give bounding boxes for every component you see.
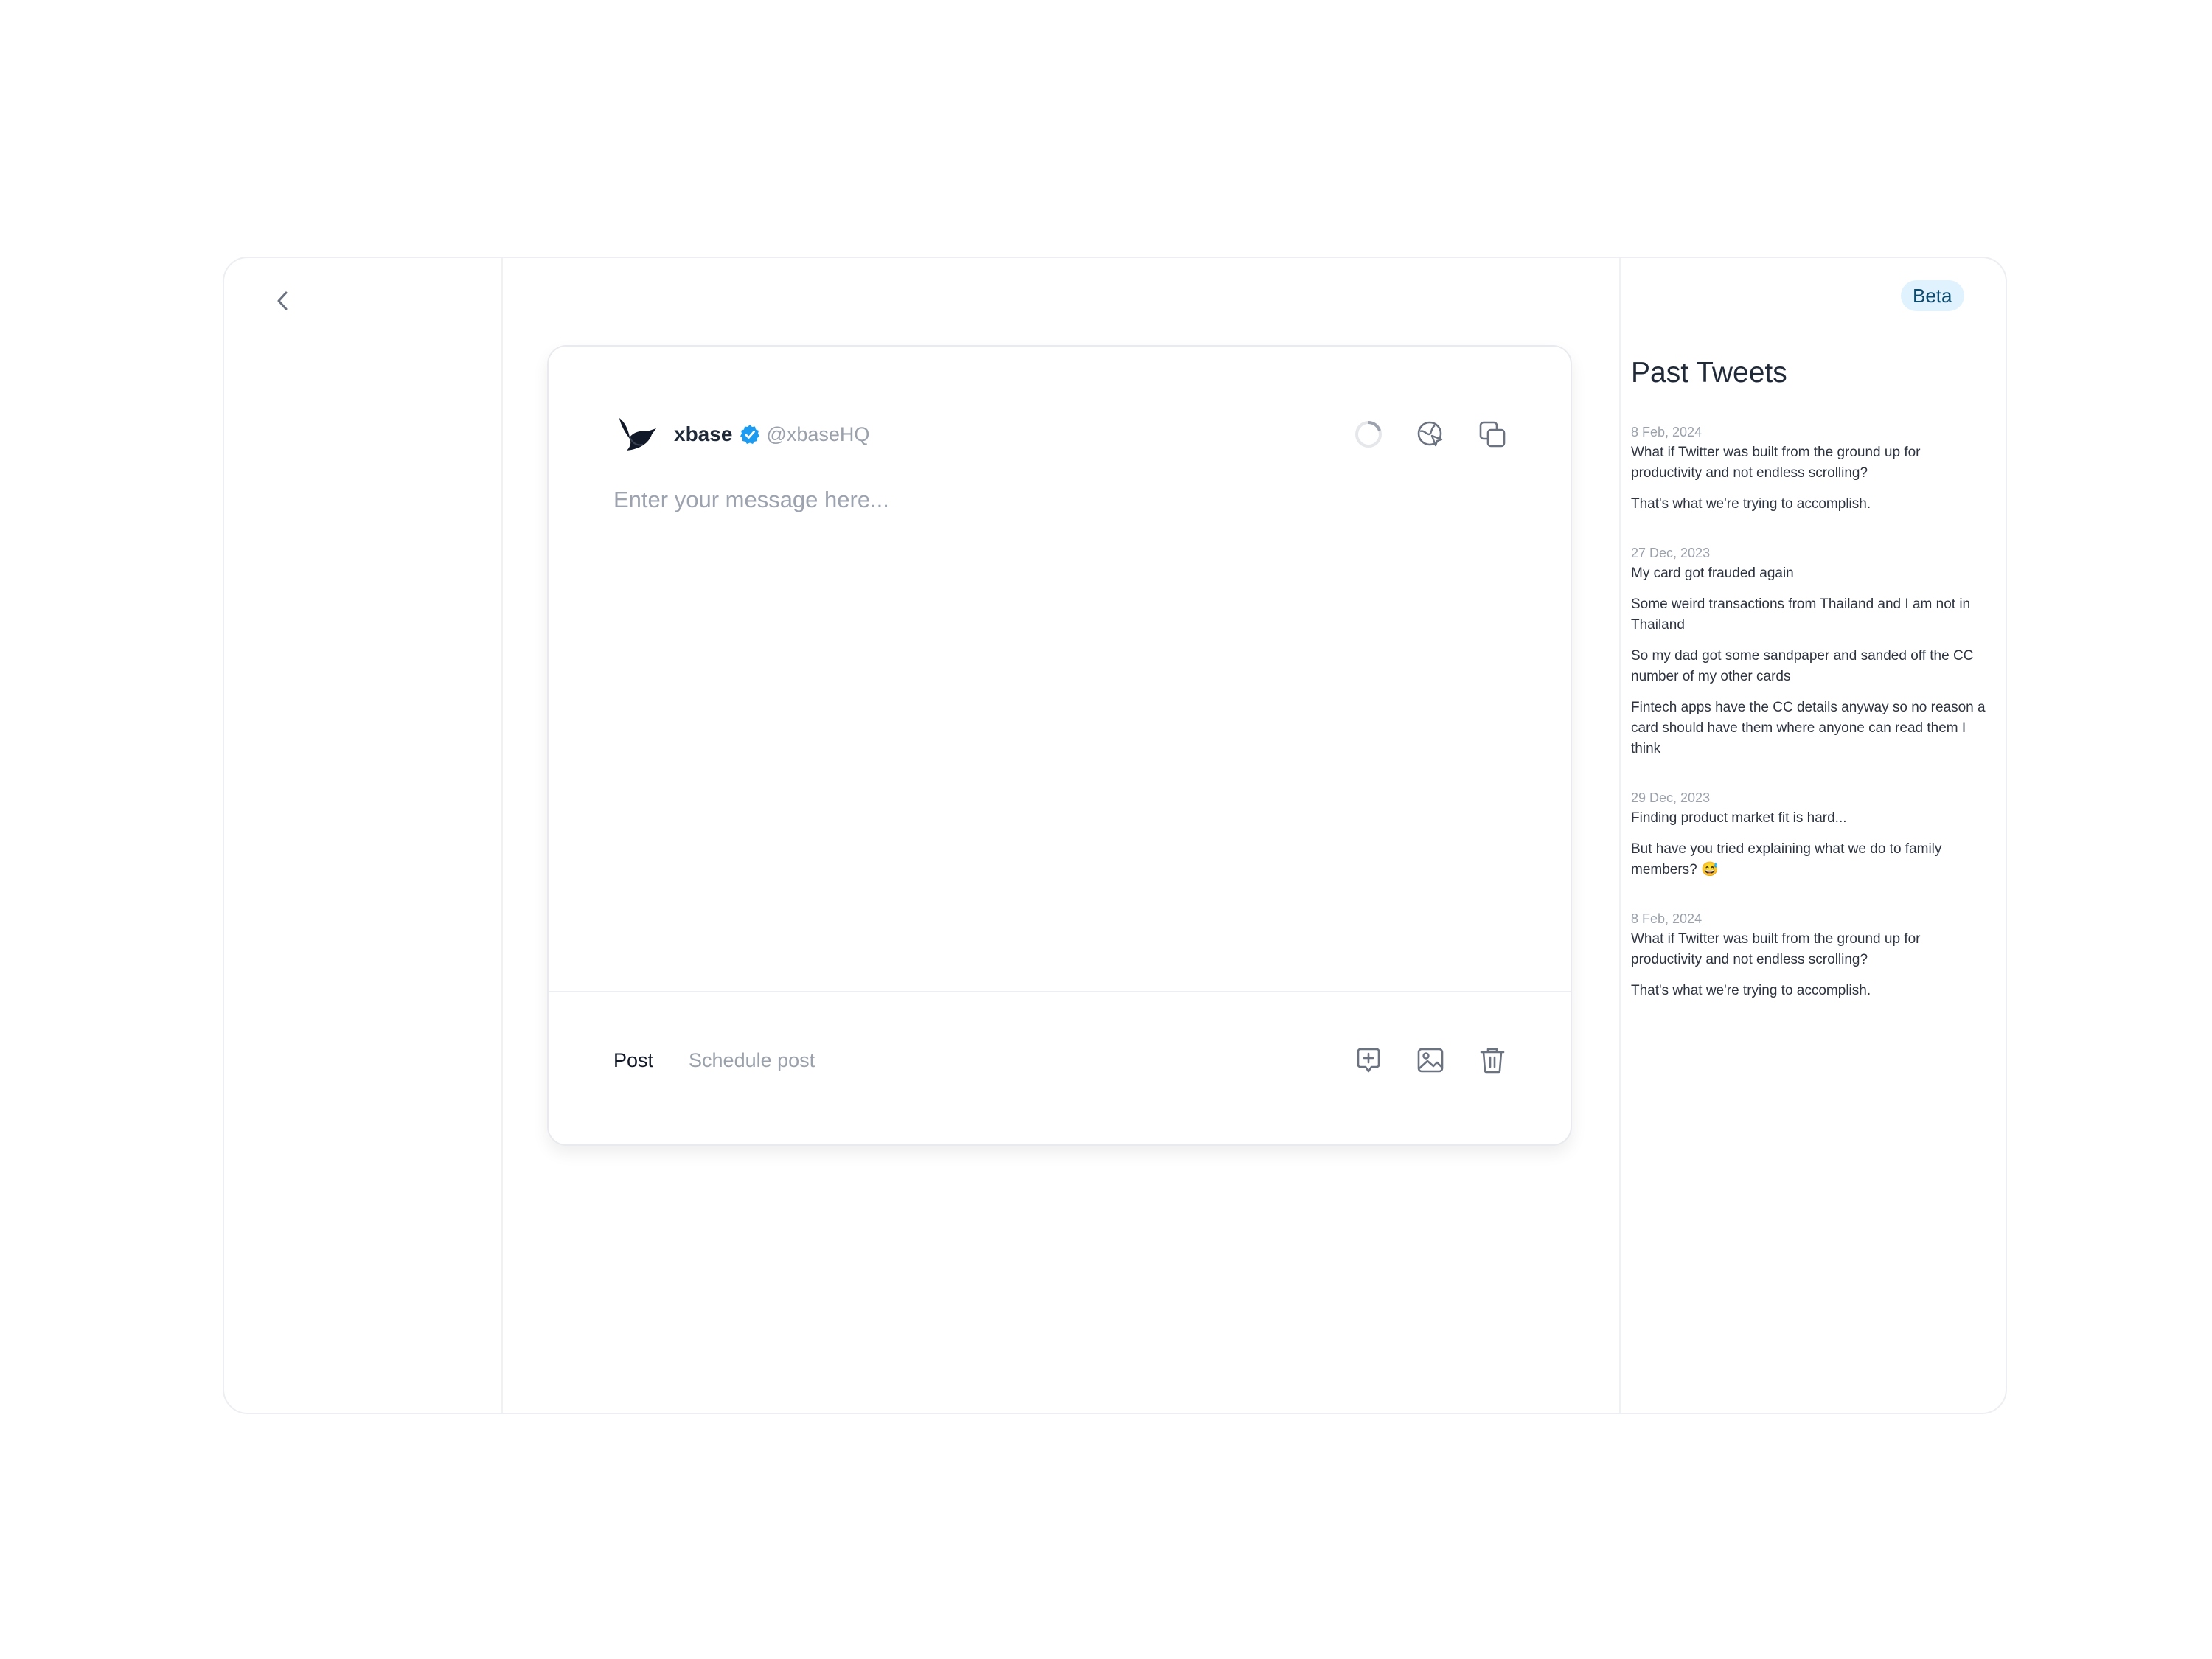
back-button[interactable] xyxy=(268,286,298,316)
progress-ring-icon xyxy=(1355,421,1382,448)
tweet-composer: xbase @xbaseHQ Post Schedule post xyxy=(547,345,1572,1146)
tweet-date: 8 Feb, 2024 xyxy=(1631,911,1703,926)
add-comment-icon xyxy=(1357,1048,1380,1073)
composer-header: xbase @xbaseHQ xyxy=(613,407,1507,462)
verified-badge-icon xyxy=(740,424,760,445)
chevron-left-icon xyxy=(277,291,288,310)
message-input[interactable] xyxy=(613,487,1507,929)
composer-footer: Post Schedule post xyxy=(613,1038,1507,1082)
tweet-text: My card got frauded again xyxy=(1631,566,1794,581)
add-image-button[interactable] xyxy=(1416,1046,1445,1075)
tweet-item[interactable]: 27 Dec, 2023 My card got frauded again S… xyxy=(1631,544,1992,759)
copy-icon xyxy=(1479,421,1506,448)
past-tweets-list: 8 Feb, 2024 What if Twitter was built fr… xyxy=(1631,423,1992,1031)
tweet-text: So my dad got some sandpaper and sanded … xyxy=(1631,648,1974,684)
account-name: xbase xyxy=(674,422,733,445)
tweet-date: 27 Dec, 2023 xyxy=(1631,546,1711,560)
past-tweets-title: Past Tweets xyxy=(1631,357,1787,389)
tweet-text: What if Twitter was built from the groun… xyxy=(1631,445,1921,481)
account-handle: @xbaseHQ xyxy=(766,422,870,445)
copy-button[interactable] xyxy=(1478,420,1507,449)
tweet-date: 8 Feb, 2024 xyxy=(1631,425,1703,439)
tweet-text: That's what we're trying to accomplish. xyxy=(1631,496,1871,512)
header-actions xyxy=(1354,420,1507,449)
tweet-item[interactable]: 8 Feb, 2024 What if Twitter was built fr… xyxy=(1631,910,1992,1001)
delete-button[interactable] xyxy=(1478,1046,1507,1075)
composer-divider xyxy=(549,991,1571,992)
tweet-text: That's what we're trying to accomplish. xyxy=(1631,983,1871,998)
avatar xyxy=(613,410,662,459)
tweet-text: Finding product market fit is hard... xyxy=(1631,810,1847,826)
tweet-text: Fintech apps have the CC details anyway … xyxy=(1631,700,1986,757)
tweet-date: 29 Dec, 2023 xyxy=(1631,790,1711,805)
tweet-text: Some weird transactions from Thailand an… xyxy=(1631,597,1971,633)
image-icon xyxy=(1417,1048,1444,1073)
tweet-item[interactable]: 29 Dec, 2023 Finding product market fit … xyxy=(1631,789,1992,880)
beta-badge: Beta xyxy=(1901,280,1964,311)
tweet-text: What if Twitter was built from the groun… xyxy=(1631,931,1921,967)
footer-actions xyxy=(1354,1046,1507,1075)
globe-cursor-icon xyxy=(1417,421,1443,447)
tweet-text: But have you tried explaining what we do… xyxy=(1631,841,1942,877)
tweet-item[interactable]: 8 Feb, 2024 What if Twitter was built fr… xyxy=(1631,423,1992,515)
schedule-post-button[interactable]: Schedule post xyxy=(689,1049,815,1072)
bird-logo-icon xyxy=(619,418,656,451)
left-column xyxy=(224,258,503,1413)
character-count-button[interactable] xyxy=(1354,420,1383,449)
trash-icon xyxy=(1480,1048,1505,1074)
post-button[interactable]: Post xyxy=(613,1049,653,1072)
audience-button[interactable] xyxy=(1416,420,1445,449)
add-thread-button[interactable] xyxy=(1354,1046,1383,1075)
